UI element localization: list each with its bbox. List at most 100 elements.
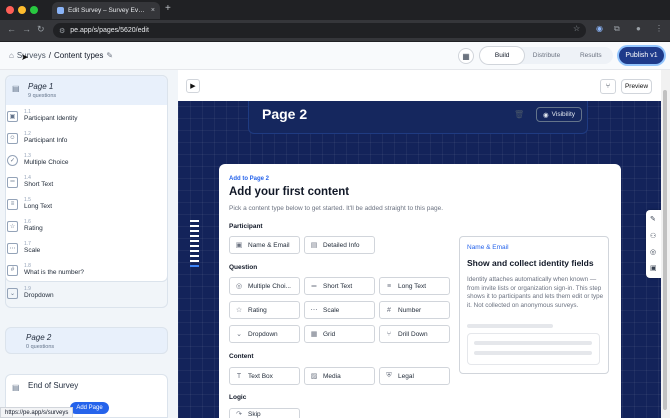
star-icon: ☆: [235, 307, 243, 314]
site-info-icon[interactable]: ⚙: [59, 27, 65, 35]
page-2-header[interactable]: Page 2 0 questions: [6, 328, 167, 355]
settings-panel-icon[interactable]: ▣: [650, 264, 657, 272]
button-label: Scale: [323, 306, 340, 314]
canvas-toolbar: [178, 70, 661, 101]
play-icon[interactable]: ▶: [186, 79, 200, 93]
canvas-page-title[interactable]: Page 2: [262, 106, 307, 122]
page-2-title: Page 2: [26, 333, 52, 342]
id-card-icon: ▣: [235, 242, 243, 249]
magic-wand-icon[interactable]: ✎: [650, 215, 656, 223]
preview-placeholder-line: [474, 341, 592, 345]
button-label: Number: [398, 306, 422, 314]
button-label: Detailed Info: [323, 241, 360, 249]
page-1-count: 9 questions: [28, 93, 57, 99]
section-content: Content: [229, 353, 254, 360]
extensions-puzzle-icon[interactable]: ⧉: [614, 24, 620, 34]
add-drill-down-button[interactable]: ⑂ Drill Down: [379, 325, 450, 343]
add-legal-button[interactable]: ⛨ Legal: [379, 367, 450, 385]
add-multiple-choice-button[interactable]: ◎ Multiple Choi...: [229, 277, 300, 295]
home-icon[interactable]: ⌂: [9, 51, 14, 60]
visibility-button[interactable]: ◉ Visibility: [536, 107, 582, 122]
page-icon: ▤: [12, 84, 20, 93]
add-text-box-button[interactable]: T Text Box: [229, 367, 300, 385]
add-scale-button[interactable]: ⋯ Scale: [304, 301, 375, 319]
trash-icon[interactable]: 🗑: [514, 110, 524, 119]
add-long-text-button[interactable]: ≡ Long Text: [379, 277, 450, 295]
item-label: Participant Info: [24, 137, 68, 144]
long-text-icon: ≡: [7, 198, 18, 210]
new-tab-button[interactable]: +: [165, 3, 171, 14]
calendar-icon[interactable]: ▦: [458, 48, 474, 64]
people-icon[interactable]: ⚇: [650, 232, 656, 240]
info-title: Show and collect identity fields: [467, 258, 594, 268]
tab-distribute[interactable]: Distribute: [524, 47, 568, 64]
close-window-icon[interactable]: [6, 6, 14, 14]
section-question: Question: [229, 264, 258, 271]
extension-icon[interactable]: ◉: [596, 24, 603, 33]
button-label: Drill Down: [398, 330, 428, 338]
grid-icon: ▦: [310, 331, 318, 338]
sidebar-item-rating[interactable]: ☆ 1.6 Rating: [7, 219, 43, 233]
button-label: Grid: [323, 330, 336, 338]
flow-tree-icon[interactable]: ⑂: [600, 79, 616, 94]
maximize-window-icon[interactable]: [30, 6, 38, 14]
browser-tab[interactable]: Edit Survey – Survey Everywh ×: [52, 2, 160, 19]
favicon-icon: [57, 7, 64, 14]
info-tag: Name & Email: [467, 244, 509, 251]
add-dropdown-button[interactable]: ⌄ Dropdown: [229, 325, 300, 343]
add-page-button[interactable]: Add Page: [70, 402, 109, 414]
tab-close-icon[interactable]: ×: [151, 7, 155, 14]
bookmark-star-icon[interactable]: ☆: [573, 24, 580, 33]
publish-button[interactable]: Publish v1: [619, 47, 664, 64]
sidebar-item-dropdown[interactable]: ⌄ 1.9 Dropdown: [7, 286, 54, 300]
visibility-label: Visibility: [551, 111, 576, 118]
button-label: Multiple Choi...: [248, 282, 291, 290]
add-skip-button[interactable]: ↷ Skip: [229, 408, 300, 418]
add-detailed-info-button[interactable]: ▤ Detailed Info: [304, 236, 375, 254]
add-name-email-button[interactable]: ▣ Name & Email: [229, 236, 300, 254]
page-1-header[interactable]: ▤ Page 1 9 questions: [6, 76, 167, 105]
sidebar-item-multiple-choice[interactable]: ✓ 1.3 Multiple Choice: [7, 153, 68, 167]
panel-heading: Add your first content: [229, 186, 350, 198]
page-icon: ▤: [12, 383, 20, 392]
scrollbar-thumb[interactable]: [663, 90, 667, 410]
profile-avatar-icon[interactable]: ●: [636, 24, 641, 33]
back-icon[interactable]: ←: [7, 24, 16, 34]
minimize-window-icon[interactable]: [18, 6, 26, 14]
page-2-card[interactable]: Page 2 0 questions: [5, 327, 168, 354]
address-bar[interactable]: ⚙ pe.app/s/pages/5620/edit: [53, 23, 586, 38]
check-circle-icon: ◎: [235, 283, 243, 290]
edit-pencil-icon[interactable]: ✎: [106, 51, 113, 60]
end-header[interactable]: ▤ End of Survey: [6, 375, 167, 400]
item-label: Multiple Choice: [24, 159, 69, 166]
add-rating-button[interactable]: ☆ Rating: [229, 301, 300, 319]
sidebar-item-participant-identity[interactable]: ▣ 1.1 Participant Identity: [7, 109, 77, 123]
media-icon: ▨: [310, 373, 318, 380]
page-progress-ticks: [190, 220, 199, 272]
reload-icon[interactable]: ↻: [37, 24, 45, 35]
sidebar-item-long-text[interactable]: ≡ 1.5 Long Text: [7, 197, 52, 211]
add-number-button[interactable]: # Number: [379, 301, 450, 319]
star-icon: ☆: [7, 220, 18, 232]
long-text-icon: ≡: [386, 282, 392, 290]
preview-button[interactable]: Preview: [621, 79, 652, 94]
button-label: Short Text: [323, 282, 353, 290]
add-short-text-button[interactable]: ═ Short Text: [304, 277, 375, 295]
sidebar-item-short-text[interactable]: ═ 1.4 Short Text: [7, 175, 53, 189]
sidebar-item-number[interactable]: # 1.8 What is the number?: [7, 263, 84, 277]
item-label: Participant Identity: [24, 115, 78, 122]
add-grid-button[interactable]: ▦ Grid: [304, 325, 375, 343]
chevron-down-icon: ⌄: [236, 331, 242, 338]
sidebar-item-participant-info[interactable]: ☺ 1.2 Participant Info: [7, 131, 67, 145]
add-media-button[interactable]: ▨ Media: [304, 367, 375, 385]
chevron-down-icon: ⌄: [7, 287, 18, 299]
tab-build[interactable]: Build: [480, 47, 525, 64]
id-card-icon: ▣: [7, 110, 18, 122]
sidebar-item-scale[interactable]: ⋯ 1.7 Scale: [7, 241, 40, 255]
compass-icon[interactable]: ◎: [650, 248, 656, 256]
eye-icon: ◉: [542, 111, 549, 119]
browser-menu-icon[interactable]: ⋮: [655, 24, 663, 33]
page-2-count: 0 questions: [26, 344, 55, 350]
forward-icon[interactable]: →: [22, 24, 31, 34]
tab-results[interactable]: Results: [569, 47, 613, 64]
